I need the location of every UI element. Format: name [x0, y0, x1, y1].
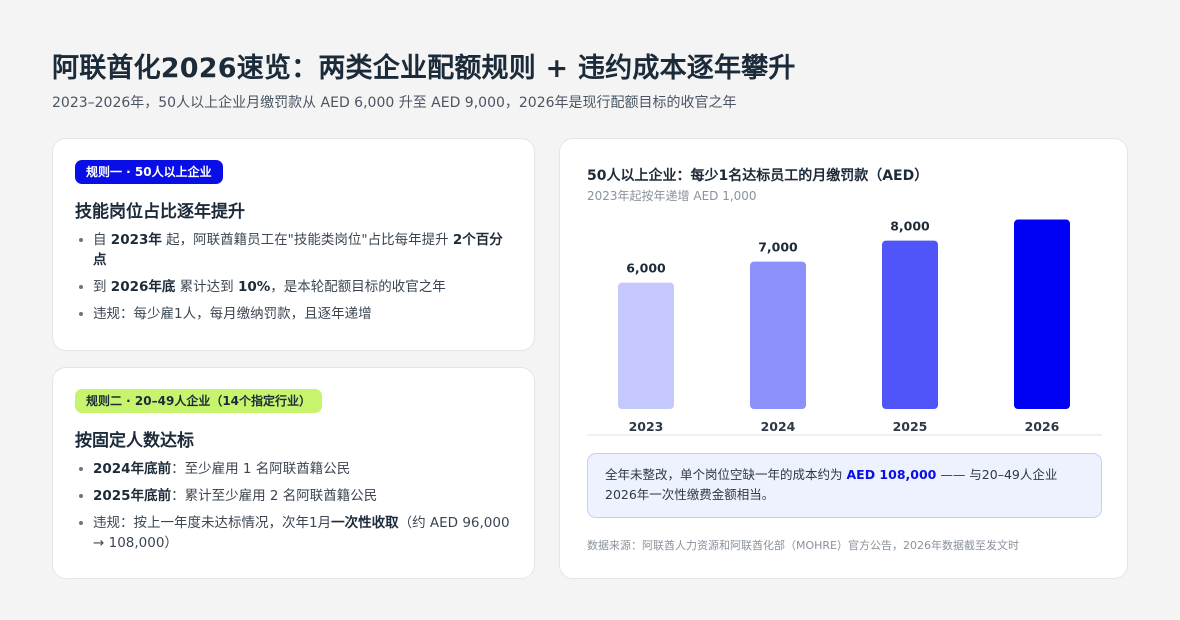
rule-text: 起，阿联酋籍员工在"技能类岗位"占比每年提升 — [161, 232, 453, 248]
rule-text: 违规：按上一年度未达标情况，次年1月 — [93, 515, 332, 531]
rule-item: 违规：每少雇1人，每月缴纳罚款，且逐年递增 — [75, 304, 515, 324]
rule-heading: 按固定人数达标 — [75, 431, 194, 451]
x-tick-label: 2023 — [629, 419, 664, 434]
rule-text: ：至少雇用 1 名阿联酋籍公民 — [171, 461, 351, 477]
rule-emphasis: 2026年底 — [110, 279, 176, 295]
rule-emphasis: 一次性收取 — [331, 515, 399, 531]
rule-text: 自 — [93, 232, 111, 248]
note-text: 全年未整改，单个岗位空缺一年的成本约为 — [605, 467, 847, 482]
rule-item: 自 2023年 起，阿联酋籍员工在"技能类岗位"占比每年提升 2个百分点 — [75, 230, 515, 270]
rule-emphasis: 2025年底前 — [93, 488, 172, 504]
rule-list: 自 2023年 起，阿联酋籍员工在"技能类岗位"占比每年提升 2个百分点到 20… — [75, 230, 515, 331]
note-highlight: AED 108,000 — [846, 467, 937, 482]
rule-badge: 规则二 · 20–49人企业（14个指定行业） — [75, 389, 323, 413]
data-source: 数据来源：阿联酋人力资源和阿联酋化部（MOHRE）官方公告，2026年数据截至发… — [587, 539, 1020, 552]
page-subtitle: 2023–2026年，50人以上企业月缴罚款从 AED 6,000 升至 AED… — [52, 95, 737, 111]
rule-item: 到 2026年底 累计达到 10%，是本轮配额目标的收官之年 — [75, 277, 515, 297]
rule-text: ，是本轮配额目标的收官之年 — [270, 279, 446, 295]
rule-emphasis: 2023年 — [110, 232, 162, 248]
bar-value-label: 6,000 — [626, 261, 666, 276]
page-title: 阿联酋化2026速览：两类企业配额规则 + 违约成本逐年攀升 — [52, 53, 796, 84]
rule-emphasis: 10% — [237, 279, 271, 295]
rule-heading: 技能岗位占比逐年提升 — [75, 202, 245, 222]
bar-2024 — [750, 261, 806, 409]
bar-2023 — [618, 282, 674, 409]
rule-item: 违规：按上一年度未达标情况，次年1月一次性收取（约 AED 96,000 → 1… — [75, 513, 515, 553]
x-tick-label: 2026 — [1025, 419, 1060, 434]
rule-text: 累计达到 — [175, 279, 238, 295]
rule-item: 2025年底前：累计至少雇用 2 名阿联酋籍公民 — [75, 486, 515, 506]
cost-note: 全年未整改，单个岗位空缺一年的成本约为 AED 108,000 —— 与20–4… — [587, 453, 1102, 518]
rule-card-50plus: 规则一 · 50人以上企业 技能岗位占比逐年提升 自 2023年 起，阿联酋籍员… — [52, 138, 535, 351]
rule-text: 违规：每少雇1人，每月缴纳罚款，且逐年递增 — [93, 306, 372, 322]
x-tick-label: 2025 — [893, 419, 928, 434]
rule-text: ：累计至少雇用 2 名阿联酋籍公民 — [171, 488, 378, 504]
rule-item: 2024年底前：至少雇用 1 名阿联酋籍公民 — [75, 459, 515, 479]
x-tick-label: 2024 — [761, 419, 796, 434]
chart-card: 50人以上企业：每少1名达标员工的月缴罚款（AED） 2023年起按年递增 AE… — [559, 138, 1128, 579]
bar-chart: 6,000 2023 7,000 2024 8,000 2025 2026 — [587, 219, 1102, 436]
bar-value-label: 7,000 — [758, 240, 798, 255]
rule-card-20-49: 规则二 · 20–49人企业（14个指定行业） 按固定人数达标 2024年底前：… — [52, 367, 535, 579]
rule-text: 到 — [93, 279, 111, 295]
bar-2026 — [1014, 219, 1070, 409]
bar-2025 — [882, 240, 938, 409]
rule-list: 2024年底前：至少雇用 1 名阿联酋籍公民 2025年底前：累计至少雇用 2 名… — [75, 459, 515, 560]
bar-value-label: 8,000 — [890, 219, 930, 234]
rule-badge: 规则一 · 50人以上企业 — [75, 160, 223, 184]
rule-emphasis: 2024年底前 — [93, 461, 172, 477]
